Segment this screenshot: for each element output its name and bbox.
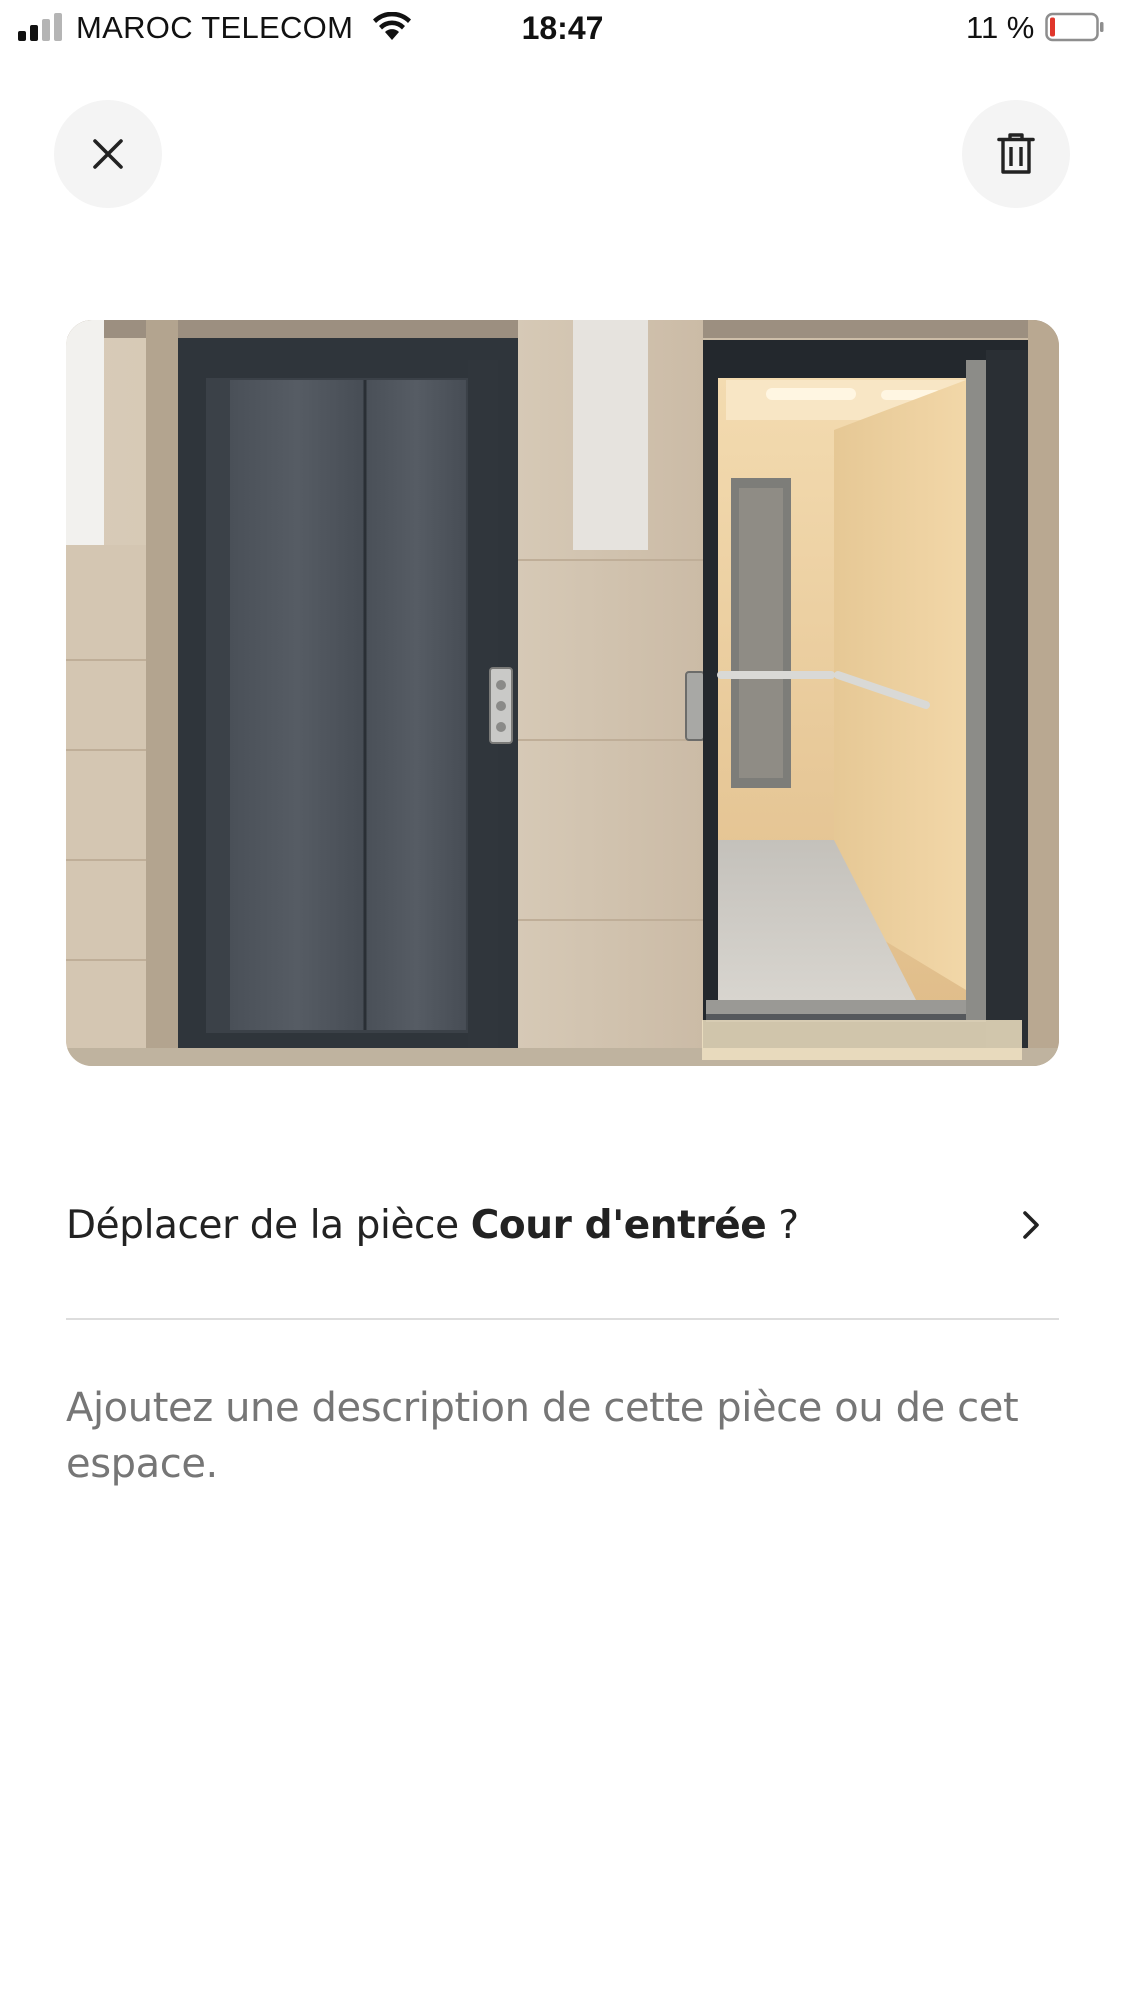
move-room-row[interactable]: Déplacer de la pièce Cour d'entrée ? bbox=[66, 1185, 1059, 1265]
carrier-name: MAROC TELECOM bbox=[76, 10, 354, 45]
room-photo[interactable] bbox=[66, 320, 1059, 1066]
clock: 18:47 bbox=[521, 10, 604, 46]
move-room-label: Déplacer de la pièce Cour d'entrée ? bbox=[66, 1203, 799, 1248]
wifi-icon bbox=[373, 12, 411, 40]
delete-button[interactable] bbox=[962, 100, 1070, 208]
close-button[interactable] bbox=[54, 100, 162, 208]
elevator-doors-photo bbox=[66, 320, 1059, 1066]
battery-percent: 11 % bbox=[966, 10, 1035, 45]
description-input[interactable]: Ajoutez une description de cette pièce o… bbox=[66, 1380, 1026, 1492]
room-name: Cour d'entrée bbox=[470, 1202, 767, 1248]
signal-icon bbox=[18, 13, 64, 41]
chevron-right-icon bbox=[1023, 1211, 1039, 1239]
trash-icon bbox=[997, 133, 1035, 174]
status-bar: MAROC TELECOM 18:47 11 % bbox=[0, 0, 1125, 56]
battery-icon bbox=[1045, 12, 1104, 42]
move-room-suffix: ? bbox=[766, 1202, 799, 1248]
close-icon bbox=[93, 139, 123, 169]
divider bbox=[66, 1318, 1059, 1320]
move-room-prefix: Déplacer de la pièce bbox=[66, 1202, 471, 1248]
